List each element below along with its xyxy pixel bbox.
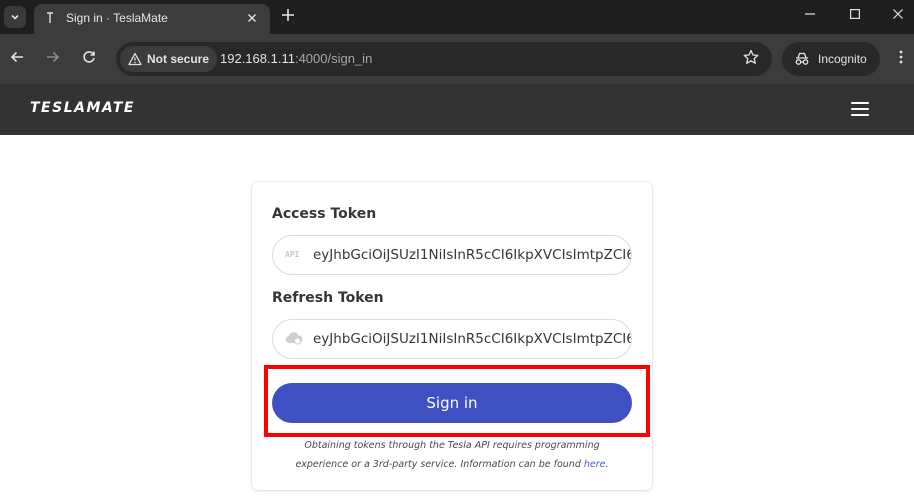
cloud-refresh-icon bbox=[285, 331, 303, 347]
access-token-label: Access Token bbox=[272, 206, 377, 222]
browser-tabstrip: Sign in · TeslaMate bbox=[0, 0, 914, 34]
arrow-left-icon bbox=[10, 51, 23, 63]
url-host: 192.168.1.11 bbox=[220, 51, 295, 66]
browser-toolbar: Not secure 192.168.1.11:4000/sign_in Inc… bbox=[0, 34, 914, 84]
help-link[interactable]: here bbox=[584, 459, 606, 470]
hamburger-menu-icon[interactable] bbox=[851, 102, 869, 116]
help-text-line1: Obtaining tokens through the Tesla API r… bbox=[304, 440, 600, 451]
tesla-favicon-icon bbox=[46, 12, 58, 26]
brand-logo[interactable]: TESLAMATE bbox=[30, 100, 135, 116]
help-text-line2: experience or a 3rd-party service. Infor… bbox=[295, 459, 581, 470]
address-bar[interactable]: Not secure 192.168.1.11:4000/sign_in bbox=[116, 42, 772, 76]
forward-button[interactable] bbox=[42, 48, 64, 70]
plus-icon bbox=[282, 9, 294, 21]
more-vertical-icon bbox=[899, 50, 903, 64]
reload-icon bbox=[83, 51, 95, 63]
close-icon[interactable] bbox=[244, 11, 260, 27]
incognito-label: Incognito bbox=[818, 52, 867, 66]
reload-button[interactable] bbox=[78, 48, 100, 70]
url-text[interactable]: 192.168.1.11:4000/sign_in bbox=[220, 51, 372, 66]
warning-icon bbox=[128, 52, 142, 66]
maximize-icon bbox=[850, 9, 861, 20]
help-text: Obtaining tokens through the Tesla API r… bbox=[272, 436, 632, 474]
tab-search-button[interactable] bbox=[4, 6, 26, 28]
close-window-button[interactable] bbox=[888, 6, 908, 26]
site-security-chip[interactable]: Not secure bbox=[120, 46, 218, 72]
url-path: :4000/sign_in bbox=[294, 51, 373, 66]
incognito-icon bbox=[795, 52, 809, 65]
refresh-token-input[interactable]: eyJhbGciOiJSUzI1NiIsInR5cCI6IkpXVCIsImtp… bbox=[313, 320, 631, 358]
highlight-box bbox=[264, 365, 650, 437]
browser-menu-button[interactable] bbox=[894, 48, 908, 70]
new-tab-button[interactable] bbox=[278, 6, 298, 28]
incognito-badge[interactable]: Incognito bbox=[782, 42, 880, 76]
access-token-input[interactable]: eyJhbGciOiJSUzI1NiIsInR5cCI6IkpXVCIsImtp… bbox=[313, 236, 631, 274]
tab-title: Sign in · TeslaMate bbox=[66, 11, 168, 25]
api-icon: API bbox=[285, 250, 300, 259]
bookmark-star-icon[interactable] bbox=[742, 49, 760, 67]
hamburger-line bbox=[851, 102, 869, 104]
minimize-button[interactable] bbox=[800, 6, 820, 26]
access-token-field[interactable]: API eyJhbGciOiJSUzI1NiIsInR5cCI6IkpXVCIs… bbox=[272, 235, 632, 275]
arrow-right-icon bbox=[47, 51, 60, 63]
close-icon bbox=[893, 9, 903, 19]
help-period: . bbox=[605, 459, 609, 470]
sign-in-card: Access Token API eyJhbGciOiJSUzI1NiIsInR… bbox=[252, 182, 652, 490]
hamburger-line bbox=[851, 108, 869, 110]
browser-tab[interactable]: Sign in · TeslaMate bbox=[34, 4, 270, 34]
refresh-token-label: Refresh Token bbox=[272, 290, 384, 306]
refresh-token-field[interactable]: eyJhbGciOiJSUzI1NiIsInR5cCI6IkpXVCIsImtp… bbox=[272, 319, 632, 359]
chevron-down-icon bbox=[11, 14, 19, 20]
minimize-icon bbox=[805, 13, 815, 15]
app-navbar: TESLAMATE bbox=[0, 84, 914, 135]
back-button[interactable] bbox=[6, 48, 28, 70]
hamburger-line bbox=[851, 114, 869, 116]
not-secure-label: Not secure bbox=[147, 52, 210, 66]
maximize-button[interactable] bbox=[845, 6, 865, 26]
